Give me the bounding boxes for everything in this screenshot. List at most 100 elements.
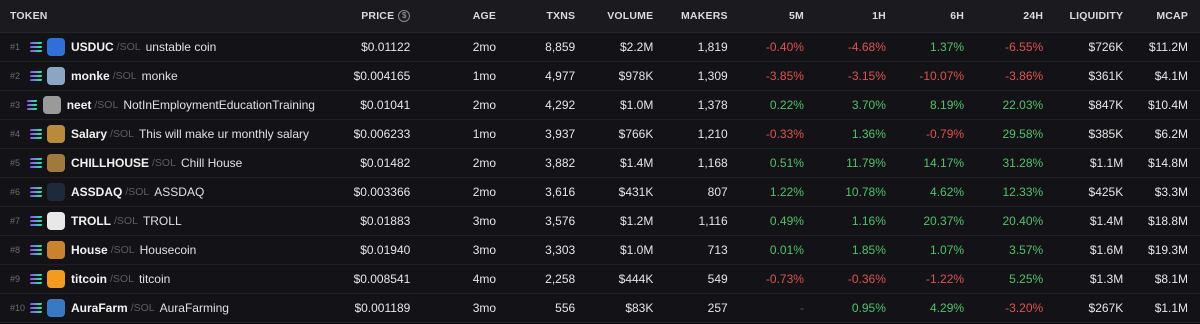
change-5m: 0.01%: [769, 243, 804, 257]
token-name: titcoin: [138, 272, 171, 286]
dollar-circle-icon[interactable]: $: [398, 10, 411, 23]
change-5m: -0.73%: [765, 272, 804, 286]
volume-value: $1.4M: [619, 156, 654, 170]
troll-logo-icon: [47, 212, 65, 230]
rank-label: #8: [10, 245, 21, 255]
token-cell[interactable]: #8 House /SOL Housecoin: [0, 241, 315, 259]
token-table: TOKEN PRICE $ AGE TXNS VOLUME MAKERS 5M 1…: [0, 0, 1200, 324]
rank-label: #9: [10, 274, 21, 284]
table-row[interactable]: #6 ASSDAQ /SOL ASSDAQ $0.003366 2mo 3,61…: [0, 178, 1200, 207]
header-token[interactable]: TOKEN: [0, 10, 315, 22]
header-price[interactable]: PRICE $: [315, 10, 411, 23]
makers-value: 713: [707, 243, 728, 257]
table-row[interactable]: #5 CHILLHOUSE /SOL Chill House $0.01482 …: [0, 149, 1200, 178]
change-1h: 11.79%: [846, 156, 886, 170]
txns-value: 8,859: [545, 40, 576, 54]
volume-value: $1.0M: [619, 243, 654, 257]
mcap-value: $6.2M: [1154, 127, 1189, 141]
txns-value: 3,576: [545, 214, 576, 228]
rank-label: #7: [10, 216, 21, 226]
quote-label: /SOL: [110, 244, 135, 256]
mcap-value: $1.1M: [1154, 301, 1189, 315]
token-cell[interactable]: #6 ASSDAQ /SOL ASSDAQ: [0, 183, 315, 201]
quote-label: /SOL: [112, 70, 137, 82]
table-row[interactable]: #7 TROLL /SOL TROLL $0.01883 3mo 3,576 $…: [0, 207, 1200, 236]
table-row[interactable]: #8 House /SOL Housecoin $0.01940 3mo 3,3…: [0, 236, 1200, 265]
table-row[interactable]: #2 monke /SOL monke $0.004165 1mo 4,977 …: [0, 62, 1200, 91]
rank-label: #10: [10, 303, 26, 313]
change-6h: -1.22%: [926, 272, 965, 286]
salary-logo-icon: [47, 125, 65, 143]
age-value: 2mo: [472, 40, 497, 54]
titcoin-logo-icon: [47, 270, 65, 288]
assdaq-logo-icon: [47, 183, 65, 201]
token-symbol: neet: [66, 98, 92, 112]
table-row[interactable]: #10 AuraFarm /SOL AuraFarming $0.001189 …: [0, 294, 1200, 323]
volume-value: $1.2M: [619, 214, 654, 228]
solana-icon: [29, 71, 43, 81]
change-24h: 29.58%: [1002, 127, 1044, 141]
age-value: 1mo: [472, 69, 497, 83]
token-name: Chill House: [180, 156, 243, 170]
table-row[interactable]: #3 neet /SOL NotInEmploymentEducationTra…: [0, 91, 1200, 120]
solana-icon: [29, 129, 43, 139]
change-24h: 20.40%: [1002, 214, 1044, 228]
mcap-value: $18.8M: [1148, 214, 1189, 228]
table-row[interactable]: #4 Salary /SOL This will make ur monthly…: [0, 120, 1200, 149]
quote-label: /SOL: [125, 186, 150, 198]
header-6h[interactable]: 6H: [886, 10, 964, 22]
quote-label: /SOL: [114, 215, 138, 227]
token-cell[interactable]: #7 TROLL /SOL TROLL: [0, 212, 315, 230]
token-cell[interactable]: #9 titcoin /SOL titcoin: [0, 270, 315, 288]
price-value: $0.008541: [353, 272, 411, 286]
change-1h: 1.36%: [851, 127, 886, 141]
header-volume[interactable]: VOLUME: [575, 10, 653, 22]
token-cell[interactable]: #4 Salary /SOL This will make ur monthly…: [0, 125, 315, 143]
table-row[interactable]: #9 titcoin /SOL titcoin $0.008541 4mo 2,…: [0, 265, 1200, 294]
change-24h: 5.25%: [1009, 272, 1044, 286]
table-row[interactable]: #1 USDUC /SOL unstable coin $0.01122 2mo…: [0, 33, 1200, 62]
price-value: $0.003366: [353, 185, 411, 199]
txns-value: 3,882: [545, 156, 576, 170]
change-24h: 22.03%: [1002, 98, 1044, 112]
header-liquidity[interactable]: LIQUIDITY: [1043, 10, 1124, 22]
txns-value: 3,616: [545, 185, 576, 199]
header-5m[interactable]: 5M: [728, 10, 804, 22]
change-24h: 3.57%: [1009, 243, 1044, 257]
token-cell[interactable]: #2 monke /SOL monke: [0, 67, 315, 85]
makers-value: 549: [707, 272, 728, 286]
change-1h: -4.68%: [847, 40, 886, 54]
header-mcap[interactable]: MCAP: [1123, 10, 1200, 22]
solana-icon: [29, 274, 43, 284]
price-value: $0.01482: [360, 156, 411, 170]
change-24h: -3.20%: [1005, 301, 1044, 315]
mcap-value: $11.2M: [1148, 40, 1189, 54]
token-symbol: titcoin: [71, 272, 107, 286]
header-makers[interactable]: MAKERS: [653, 10, 728, 22]
change-5m: -: [799, 301, 804, 315]
header-1h[interactable]: 1H: [804, 10, 886, 22]
monke-logo-icon: [47, 67, 65, 85]
token-cell[interactable]: #3 neet /SOL NotInEmploymentEducationTra…: [0, 96, 315, 114]
change-6h: 20.37%: [923, 214, 965, 228]
token-cell[interactable]: #5 CHILLHOUSE /SOL Chill House: [0, 154, 315, 172]
solana-icon: [26, 100, 39, 110]
header-txns[interactable]: TXNS: [496, 10, 575, 22]
liquidity-value: $1.4M: [1089, 214, 1124, 228]
solana-icon: [29, 216, 43, 226]
header-24h[interactable]: 24H: [964, 10, 1043, 22]
house-logo-icon: [47, 241, 65, 259]
txns-value: 3,303: [545, 243, 576, 257]
mcap-value: $8.1M: [1154, 272, 1189, 286]
makers-value: 1,309: [697, 69, 728, 83]
solana-icon: [29, 42, 43, 52]
liquidity-value: $1.3M: [1089, 272, 1124, 286]
rank-label: #5: [10, 158, 21, 168]
token-cell[interactable]: #1 USDUC /SOL unstable coin: [0, 38, 315, 56]
volume-value: $444K: [618, 272, 654, 286]
solana-icon: [29, 245, 43, 255]
header-age[interactable]: AGE: [410, 10, 496, 22]
change-6h: 8.19%: [930, 98, 965, 112]
txns-value: 4,977: [545, 69, 576, 83]
token-cell[interactable]: #10 AuraFarm /SOL AuraFarming: [0, 299, 315, 317]
